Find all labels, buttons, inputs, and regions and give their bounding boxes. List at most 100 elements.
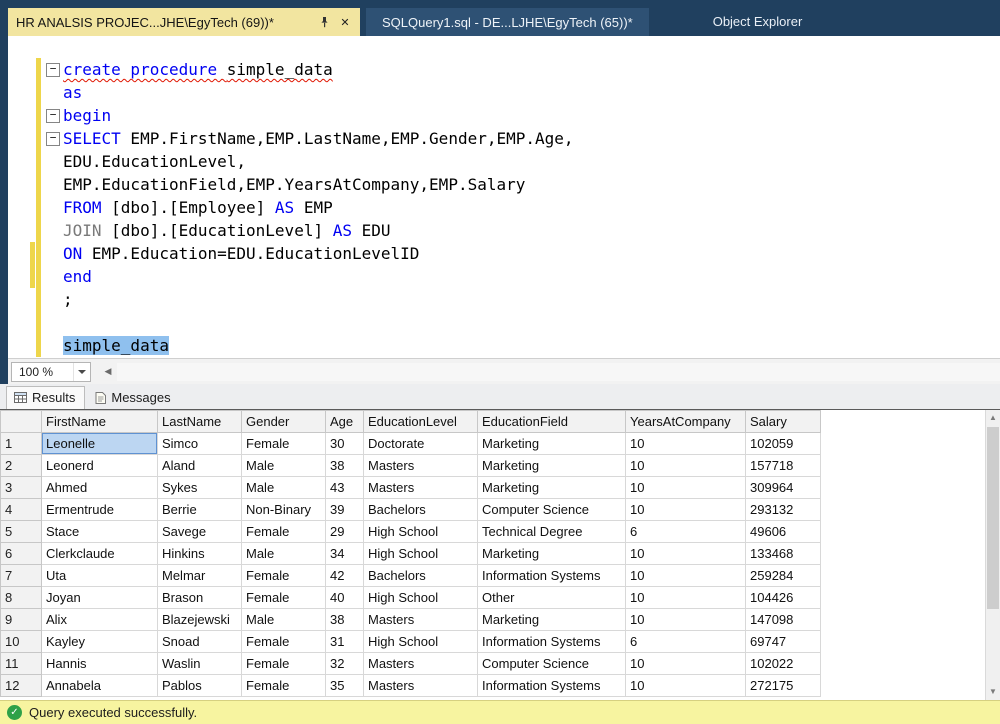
column-header[interactable]: Salary <box>745 410 821 433</box>
grid-cell[interactable]: Simco <box>157 432 242 455</box>
grid-cell[interactable]: Waslin <box>157 652 242 675</box>
grid-cell[interactable]: Bachelors <box>363 564 478 587</box>
grid-cell[interactable]: 38 <box>325 608 364 631</box>
grid-cell[interactable]: Marketing <box>477 454 626 477</box>
vertical-scrollbar[interactable] <box>985 410 1000 700</box>
grid-cell[interactable]: Male <box>241 476 326 499</box>
grid-cell[interactable]: Female <box>241 630 326 653</box>
grid-cell[interactable]: 10 <box>625 586 746 609</box>
row-number[interactable]: 5 <box>0 520 42 543</box>
pin-icon[interactable] <box>317 15 331 29</box>
grid-cell[interactable]: 34 <box>325 542 364 565</box>
row-number[interactable]: 7 <box>0 564 42 587</box>
row-number[interactable]: 1 <box>0 432 42 455</box>
grid-cell[interactable]: 259284 <box>745 564 821 587</box>
tab-results[interactable]: Results <box>6 386 86 409</box>
grid-cell[interactable]: 10 <box>625 498 746 521</box>
grid-cell[interactable]: Hinkins <box>157 542 242 565</box>
grid-cell[interactable]: Snoad <box>157 630 242 653</box>
grid-cell[interactable]: 133468 <box>745 542 821 565</box>
grid-cell[interactable]: Marketing <box>477 542 626 565</box>
grid-cell[interactable]: Female <box>241 520 326 543</box>
grid-cell[interactable]: High School <box>363 520 478 543</box>
grid-cell[interactable]: Technical Degree <box>477 520 626 543</box>
grid-cell[interactable]: 39 <box>325 498 364 521</box>
grid-cell[interactable]: Masters <box>363 652 478 675</box>
column-header[interactable]: Gender <box>241 410 326 433</box>
grid-cell[interactable]: High School <box>363 586 478 609</box>
grid-cell[interactable]: 38 <box>325 454 364 477</box>
grid-cell[interactable]: Masters <box>363 476 478 499</box>
grid-cell[interactable]: Pablos <box>157 674 242 697</box>
grid-cell[interactable]: Annabela <box>41 674 158 697</box>
grid-cell[interactable]: 157718 <box>745 454 821 477</box>
grid-cell[interactable]: Female <box>241 586 326 609</box>
grid-cell[interactable]: Blazejewski <box>157 608 242 631</box>
column-header[interactable]: FirstName <box>41 410 158 433</box>
grid-cell[interactable]: Female <box>241 652 326 675</box>
scroll-left-icon[interactable] <box>99 363 117 381</box>
grid-cell[interactable]: Brason <box>157 586 242 609</box>
row-number[interactable]: 2 <box>0 454 42 477</box>
horizontal-scrollbar[interactable] <box>117 362 1000 381</box>
selected-grid-cell[interactable]: Leonelle <box>41 432 158 455</box>
grid-cell[interactable]: 10 <box>625 476 746 499</box>
grid-cell[interactable]: 102022 <box>745 652 821 675</box>
grid-cell[interactable]: 31 <box>325 630 364 653</box>
grid-cell[interactable]: Bachelors <box>363 498 478 521</box>
grid-cell[interactable]: Female <box>241 432 326 455</box>
grid-cell[interactable]: High School <box>363 630 478 653</box>
row-number[interactable]: 9 <box>0 608 42 631</box>
grid-cell[interactable]: Non-Binary <box>241 498 326 521</box>
grid-cell[interactable]: Masters <box>363 674 478 697</box>
grid-cell[interactable]: 10 <box>625 432 746 455</box>
row-number[interactable]: 10 <box>0 630 42 653</box>
grid-cell[interactable]: 10 <box>625 542 746 565</box>
grid-cell[interactable]: 49606 <box>745 520 821 543</box>
grid-cell[interactable]: Information Systems <box>477 630 626 653</box>
grid-cell[interactable]: 6 <box>625 520 746 543</box>
zoom-dropdown[interactable]: 100 % <box>11 361 91 382</box>
grid-cell[interactable]: Computer Science <box>477 498 626 521</box>
grid-cell[interactable]: 10 <box>625 564 746 587</box>
grid-cell[interactable]: 29 <box>325 520 364 543</box>
grid-cell[interactable]: Other <box>477 586 626 609</box>
grid-cell[interactable]: 40 <box>325 586 364 609</box>
fold-collapse-icon[interactable] <box>41 58 63 81</box>
fold-collapse-icon[interactable] <box>41 104 63 127</box>
grid-cell[interactable]: 272175 <box>745 674 821 697</box>
grid-cell[interactable]: Berrie <box>157 498 242 521</box>
grid-cell[interactable]: 42 <box>325 564 364 587</box>
row-number[interactable]: 3 <box>0 476 42 499</box>
close-icon[interactable] <box>338 15 352 29</box>
grid-cell[interactable]: Stace <box>41 520 158 543</box>
scroll-up-icon[interactable] <box>986 410 1000 426</box>
column-header[interactable]: YearsAtCompany <box>625 410 746 433</box>
grid-cell[interactable]: Doctorate <box>363 432 478 455</box>
scrollbar-thumb[interactable] <box>987 427 999 609</box>
grid-cell[interactable]: Marketing <box>477 432 626 455</box>
grid-cell[interactable]: 10 <box>625 652 746 675</box>
tab-hr-analysis-project[interactable]: HR ANALSIS PROJEC...JHE\EgyTech (69))* <box>8 8 360 36</box>
sql-editor[interactable]: create procedure simple_dataasbeginSELEC… <box>8 36 1000 358</box>
grid-cell[interactable]: Information Systems <box>477 564 626 587</box>
grid-cell[interactable]: Female <box>241 674 326 697</box>
tab-sqlquery1[interactable]: SQLQuery1.sql - DE...LJHE\EgyTech (65))* <box>366 8 649 36</box>
column-header[interactable]: EducationField <box>477 410 626 433</box>
grid-cell[interactable]: Melmar <box>157 564 242 587</box>
grid-cell[interactable]: 32 <box>325 652 364 675</box>
chevron-down-icon[interactable] <box>73 362 90 381</box>
grid-cell[interactable]: 102059 <box>745 432 821 455</box>
grid-cell[interactable]: Marketing <box>477 476 626 499</box>
grid-cell[interactable]: Marketing <box>477 608 626 631</box>
row-number[interactable]: 6 <box>0 542 42 565</box>
grid-cell[interactable]: Male <box>241 608 326 631</box>
grid-cell[interactable]: Male <box>241 454 326 477</box>
grid-cell[interactable]: Computer Science <box>477 652 626 675</box>
grid-cell[interactable]: Masters <box>363 454 478 477</box>
grid-cell[interactable]: 35 <box>325 674 364 697</box>
grid-cell[interactable]: 30 <box>325 432 364 455</box>
grid-cell[interactable]: 69747 <box>745 630 821 653</box>
grid-cell[interactable]: 6 <box>625 630 746 653</box>
grid-cell[interactable]: Masters <box>363 608 478 631</box>
